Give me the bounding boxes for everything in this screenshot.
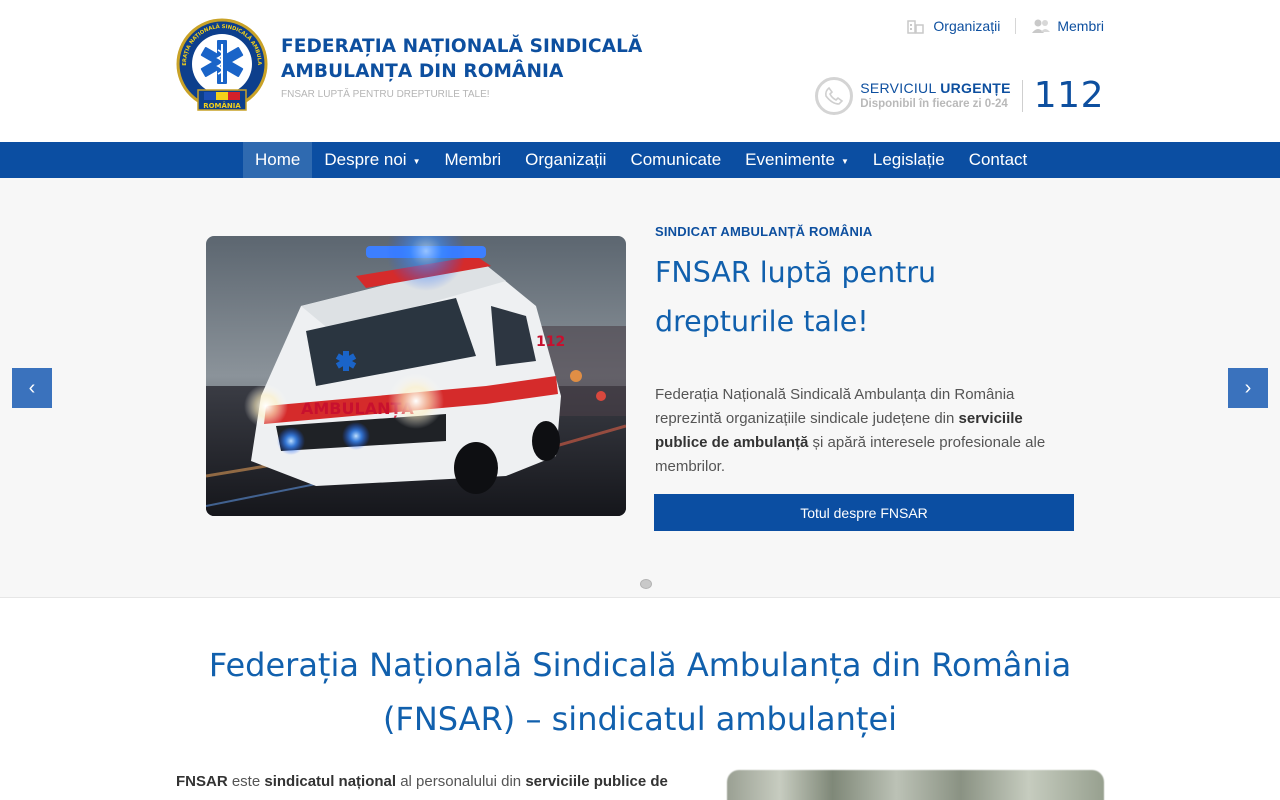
- nav-evenimente[interactable]: Evenimente ▼: [733, 142, 861, 178]
- nav-organizatii-label: Organizații: [525, 150, 607, 169]
- hero-description: Federația Națională Sindicală Ambulanța …: [655, 386, 1046, 475]
- site-title-line2: AMBULANȚA DIN ROMÂNIA: [281, 61, 564, 82]
- emergency-service[interactable]: SERVICIUL URGENȚE Disponibil în fiecare …: [815, 75, 1104, 116]
- intro-paragraph: FNSAR este sindicatul național al person…: [176, 773, 668, 790]
- chevron-right-icon: ›: [1244, 376, 1252, 399]
- emergency-number: 112: [1033, 75, 1104, 116]
- nav-despre-noi[interactable]: Despre noi ▼: [312, 142, 432, 178]
- emergency-availability: Disponibil în fiecare zi 0-24: [860, 97, 1008, 110]
- users-icon: [1031, 18, 1051, 34]
- slider-next-button[interactable]: ›: [1228, 368, 1268, 408]
- hero-kicker: SINDICAT AMBULANȚĂ ROMÂNIA: [655, 224, 873, 239]
- emergency-divider: [1021, 79, 1023, 112]
- building-icon: [907, 18, 925, 34]
- nav-despre-noi-label: Despre noi: [324, 150, 407, 169]
- nav-membri[interactable]: Membri: [433, 142, 514, 178]
- intro-heading: Federația Națională Sindicală Ambulanța …: [208, 646, 1072, 738]
- about-fnsar-button[interactable]: Totul despre FNSAR: [654, 494, 1074, 531]
- toplink-membri[interactable]: Membri: [1031, 18, 1104, 34]
- slider-prev-button[interactable]: ‹: [12, 368, 52, 408]
- nav-home[interactable]: Home: [243, 142, 313, 178]
- toplink-organizatii-label: Organizații: [933, 18, 1001, 34]
- phone-icon: [815, 76, 854, 115]
- nav-contact[interactable]: Contact: [957, 142, 1040, 178]
- toplinks-divider: [1015, 18, 1017, 34]
- fnsar-logo[interactable]: ROMÂNIA FEDERAȚIA NAȚIONALĂ SINDICALĂ AM…: [174, 12, 268, 114]
- slider-dot[interactable]: [640, 579, 652, 589]
- caret-down-icon: ▼: [840, 156, 849, 166]
- nav-contact-label: Contact: [968, 150, 1028, 169]
- nav-legislatie-label: Legislație: [872, 150, 945, 169]
- site-header: ROMÂNIA FEDERAȚIA NAȚIONALĂ SINDICALĂ AM…: [0, 0, 1280, 142]
- nav-comunicate[interactable]: Comunicate: [618, 142, 733, 178]
- emergency-text: SERVICIUL URGENȚE Disponibil în fiecare …: [860, 80, 1011, 112]
- nav-comunicate-label: Comunicate: [630, 150, 722, 169]
- chevron-left-icon: ‹: [28, 376, 36, 399]
- logo-country-text: ROMÂNIA: [203, 101, 241, 110]
- hero-title: FNSAR luptă pentru drepturile tale!: [655, 256, 937, 338]
- emergency-label: SERVICIUL URGENȚE: [860, 79, 1011, 96]
- nav-legislatie[interactable]: Legislație: [861, 142, 957, 178]
- top-links: Organizații Membri: [907, 18, 1104, 34]
- nav-membri-label: Membri: [444, 150, 502, 169]
- site-tagline: FNSAR LUPTĂ PENTRU DREPTURILE TALE!: [281, 89, 490, 100]
- caret-down-icon: ▼: [412, 156, 421, 166]
- toplink-organizatii[interactable]: Organizații: [907, 18, 1000, 34]
- image-van-number: 112: [536, 334, 565, 350]
- site-brand[interactable]: FEDERAȚIA NAȚIONALĂ SINDICALĂ AMBULANȚA …: [281, 34, 642, 100]
- toplink-membri-label: Membri: [1057, 18, 1104, 34]
- intro-image: [727, 770, 1104, 800]
- nav-home-label: Home: [255, 150, 301, 169]
- nav-evenimente-label: Evenimente: [745, 150, 835, 169]
- ambulance-image: AMBULANȚA 112: [206, 236, 626, 516]
- hero-slider: AMBULANȚA 112 SINDICAT AMBULANȚĂ ROMÂNIA…: [0, 178, 1280, 598]
- nav-organizatii[interactable]: Organizații: [513, 142, 618, 178]
- main-nav: Home Despre noi ▼ Membri Organizații Comu…: [0, 142, 1280, 178]
- site-title-line1: FEDERAȚIA NAȚIONALĂ SINDICALĂ: [281, 36, 643, 57]
